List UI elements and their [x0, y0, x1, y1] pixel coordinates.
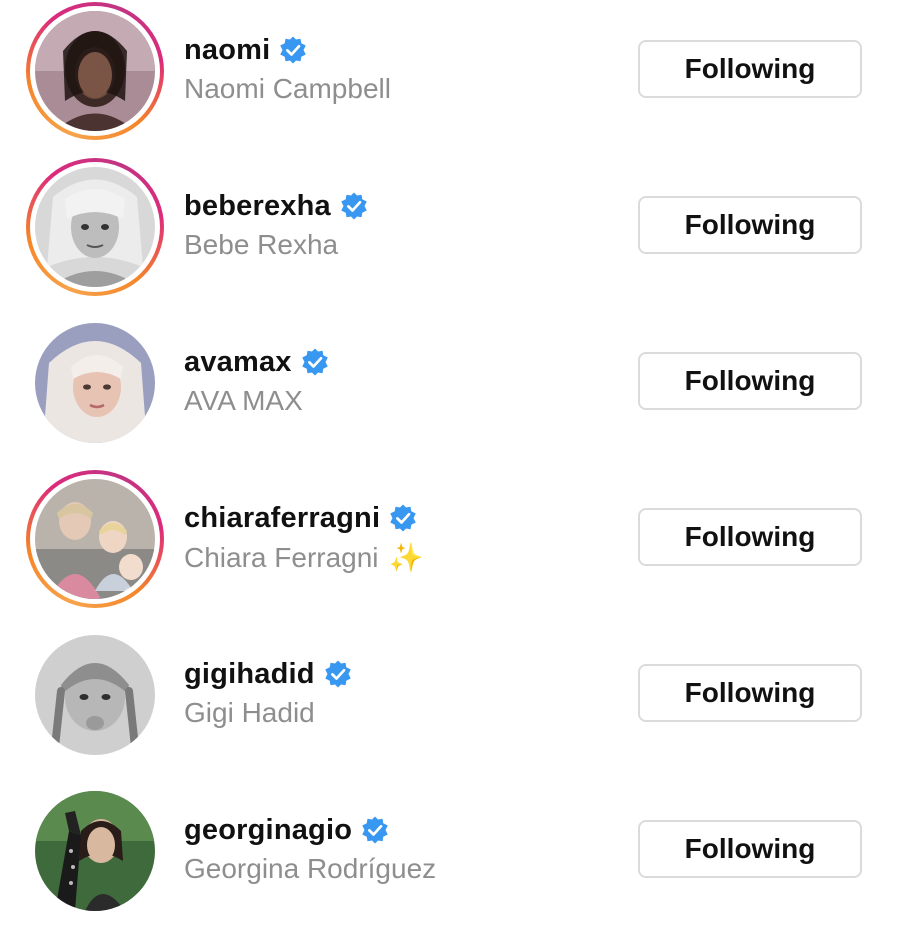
- following-button[interactable]: Following: [638, 820, 862, 878]
- following-button[interactable]: Following: [638, 664, 862, 722]
- list-item: georginagio Georgina Rodríguez Following: [0, 780, 900, 936]
- verified-badge-icon: [339, 191, 369, 221]
- full-name: AVA MAX: [184, 385, 303, 417]
- avatar-photo-icon: [35, 167, 155, 287]
- following-button[interactable]: Following: [638, 196, 862, 254]
- full-name: Naomi Campbell: [184, 73, 391, 105]
- sparkles-icon: ✨: [388, 542, 424, 573]
- username[interactable]: beberexha: [184, 190, 331, 223]
- username-line: avamax: [184, 342, 330, 382]
- list-item: avamax AVA MAX Following: [0, 312, 900, 468]
- avatar-container[interactable]: [26, 782, 164, 920]
- full-name-text: Chiara Ferragni: [184, 541, 379, 573]
- avatar[interactable]: [35, 323, 155, 443]
- username[interactable]: gigihadid: [184, 658, 315, 691]
- verified-badge-icon: [300, 347, 330, 377]
- username-line: georginagio: [184, 810, 390, 850]
- username-line: gigihadid: [184, 654, 353, 694]
- username[interactable]: chiaraferragni: [184, 502, 380, 535]
- verified-badge-icon: [323, 659, 353, 689]
- following-button[interactable]: Following: [638, 352, 862, 410]
- username[interactable]: naomi: [184, 34, 270, 67]
- avatar-container[interactable]: [26, 314, 164, 452]
- avatar-photo-icon: [35, 791, 155, 911]
- verified-badge-icon: [360, 815, 390, 845]
- story-ring[interactable]: [26, 158, 164, 296]
- avatar-photo-icon: [35, 479, 155, 599]
- avatar[interactable]: [35, 479, 155, 599]
- avatar-photo-icon: [35, 323, 155, 443]
- username[interactable]: avamax: [184, 346, 292, 379]
- list-item: beberexha Bebe Rexha Following: [0, 156, 900, 312]
- following-button[interactable]: Following: [638, 40, 862, 98]
- avatar-photo-icon: [35, 11, 155, 131]
- full-name-text: AVA MAX: [184, 385, 303, 416]
- avatar[interactable]: [35, 11, 155, 131]
- full-name: Georgina Rodríguez: [184, 853, 436, 885]
- avatar[interactable]: [35, 791, 155, 911]
- username-line: chiaraferragni: [184, 498, 418, 538]
- full-name-text: Gigi Hadid: [184, 697, 315, 728]
- full-name: Gigi Hadid: [184, 697, 315, 729]
- list-item: gigihadid Gigi Hadid Following: [0, 624, 900, 780]
- full-name-text: Bebe Rexha: [184, 229, 339, 260]
- verified-badge-icon: [278, 35, 308, 65]
- story-ring[interactable]: [26, 2, 164, 140]
- following-button[interactable]: Following: [638, 508, 862, 566]
- avatar[interactable]: [35, 635, 155, 755]
- username[interactable]: georginagio: [184, 814, 352, 847]
- full-name: Chiara Ferragni ✨: [184, 541, 423, 574]
- avatar-photo-icon: [35, 635, 155, 755]
- username-line: naomi: [184, 30, 308, 70]
- full-name-text: Naomi Campbell: [184, 73, 391, 104]
- username-line: beberexha: [184, 186, 369, 226]
- story-ring[interactable]: [26, 470, 164, 608]
- full-name: Bebe Rexha: [184, 229, 338, 261]
- full-name-text: Georgina Rodríguez: [184, 853, 437, 884]
- list-item: chiaraferragni Chiara Ferragni ✨ Followi…: [0, 468, 900, 624]
- list-item: naomi Naomi Campbell Following: [0, 0, 900, 156]
- avatar-container[interactable]: [26, 626, 164, 764]
- avatar[interactable]: [35, 167, 155, 287]
- following-list: naomi Naomi Campbell Following beberexha…: [0, 0, 900, 928]
- verified-badge-icon: [388, 503, 418, 533]
